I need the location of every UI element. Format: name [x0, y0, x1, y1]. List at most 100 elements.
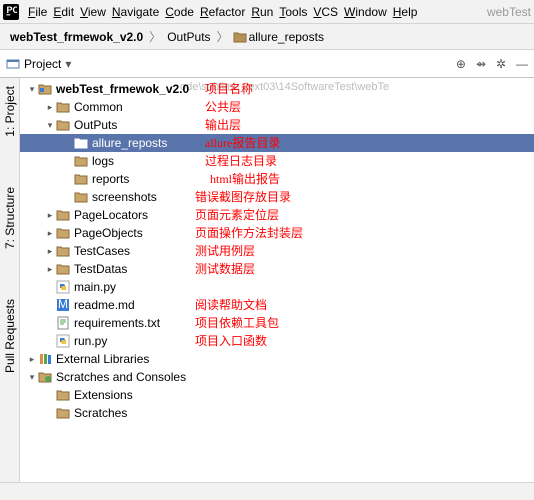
- settings-icon[interactable]: ✲: [496, 57, 506, 71]
- annotation: 测试用例层: [195, 242, 255, 259]
- window-title-suffix: webTest: [487, 5, 531, 19]
- folder-icon: [74, 190, 88, 204]
- project-tool-header: Project ▾ ⊕ ⇴ ✲ —: [0, 50, 534, 78]
- folder-src-icon: [38, 82, 52, 96]
- menu-tools[interactable]: Tools: [276, 3, 310, 21]
- tree-label: allure_reposts: [92, 136, 167, 150]
- file-md-icon: MD: [56, 298, 70, 312]
- folder-icon: [56, 226, 70, 240]
- project-icon: [6, 57, 20, 71]
- tree-label: requirements.txt: [74, 316, 160, 330]
- annotation: 页面操作方法封装层: [195, 224, 303, 241]
- menu-edit[interactable]: Edit: [50, 3, 77, 21]
- svg-text:PC: PC: [7, 6, 18, 15]
- chevron-right-icon: 〉: [217, 28, 229, 45]
- locate-icon[interactable]: ⊕: [456, 57, 466, 71]
- annotation: 阅读帮助文档: [195, 296, 267, 313]
- expand-toggle-icon[interactable]: ▾: [44, 120, 56, 131]
- tree-row-testcases[interactable]: ▸ TestCases: [20, 242, 534, 260]
- menu-window[interactable]: Window: [341, 3, 390, 21]
- menu-vcs[interactable]: VCS: [310, 3, 341, 21]
- annotation: 测试数据层: [195, 260, 255, 277]
- tree-label: External Libraries: [56, 352, 149, 366]
- menu-run[interactable]: Run: [248, 3, 276, 21]
- folder-icon: [56, 262, 70, 276]
- tree-label: main.py: [74, 280, 116, 294]
- dropdown-icon[interactable]: ▾: [65, 57, 71, 71]
- folder-icon: [56, 244, 70, 258]
- hide-icon[interactable]: —: [516, 57, 528, 71]
- tree-row-readme-md[interactable]: MD readme.md: [20, 296, 534, 314]
- annotation: 公共层: [205, 98, 241, 115]
- breadcrumb: webTest_frmewok_v2.0 〉 OutPuts 〉 allure_…: [0, 24, 534, 50]
- tree-row-scratches-and-consoles[interactable]: ▾ Scratches and Consoles: [20, 368, 534, 386]
- menu-code[interactable]: Code: [162, 3, 197, 21]
- folder-icon: [74, 172, 88, 186]
- menubar: PC FileEditViewNavigateCodeRefactorRunTo…: [0, 0, 534, 24]
- menu-help[interactable]: Help: [390, 3, 421, 21]
- folder-icon: [74, 154, 88, 168]
- breadcrumb-seg-0[interactable]: webTest_frmewok_v2.0: [8, 30, 145, 44]
- tree-label: readme.md: [74, 298, 135, 312]
- stripe-pull-requests[interactable]: Pull Requests: [3, 299, 17, 373]
- menu-view[interactable]: View: [77, 3, 109, 21]
- tree-label: PageLocators: [74, 208, 148, 222]
- tree-row-extensions[interactable]: Extensions: [20, 386, 534, 404]
- expand-toggle-icon[interactable]: ▸: [44, 264, 56, 275]
- svg-text:MD: MD: [58, 298, 70, 311]
- menu-refactor[interactable]: Refactor: [197, 3, 248, 21]
- tool-window-title: Project: [24, 57, 61, 71]
- tree-label: PageObjects: [74, 226, 143, 240]
- tree-label: Scratches and Consoles: [56, 370, 186, 384]
- expand-toggle-icon[interactable]: ▸: [44, 102, 56, 113]
- folder-icon: [233, 30, 247, 44]
- tree-row-run-py[interactable]: run.py: [20, 332, 534, 350]
- tree-label: Extensions: [74, 388, 133, 402]
- tree-row-scratches[interactable]: Scratches: [20, 404, 534, 422]
- breadcrumb-seg-1[interactable]: OutPuts: [165, 30, 212, 44]
- file-txt-icon: [56, 316, 70, 330]
- folder-icon: [74, 136, 88, 150]
- tree-label: Common: [74, 100, 123, 114]
- menu-navigate[interactable]: Navigate: [109, 3, 162, 21]
- file-py-icon: [56, 334, 70, 348]
- tree-label: screenshots: [92, 190, 157, 204]
- annotation: 项目入口函数: [195, 332, 267, 349]
- expand-toggle-icon[interactable]: ▸: [44, 246, 56, 257]
- menu-file[interactable]: File: [25, 3, 50, 21]
- collapse-all-icon[interactable]: ⇴: [476, 57, 486, 71]
- tool-window-stripe-left: 1: Project 7: Structure Pull Requests: [0, 78, 20, 482]
- expand-toggle-icon[interactable]: ▾: [26, 84, 38, 95]
- tree-label: TestCases: [74, 244, 130, 258]
- tree-row-outputs[interactable]: ▾ OutPuts: [20, 116, 534, 134]
- annotation: 项目依赖工具包: [195, 314, 279, 331]
- tree-label: reports: [92, 172, 129, 186]
- tree-label: run.py: [74, 334, 107, 348]
- tree-row-webtest_frmewok_v2-0[interactable]: ▾webTest_frmewok_v2.0: [20, 80, 534, 98]
- project-tree: ode\sublime_text03\14SoftwareTest\webTe …: [20, 78, 534, 482]
- annotation: 输出层: [205, 116, 241, 133]
- expand-toggle-icon[interactable]: ▾: [26, 372, 38, 383]
- tree-row-common[interactable]: ▸ Common: [20, 98, 534, 116]
- stripe-structure[interactable]: 7: Structure: [3, 187, 17, 249]
- annotation: allure报告目录: [205, 134, 280, 151]
- annotation: 错误截图存放目录: [195, 188, 291, 205]
- folder-lib-icon: [38, 352, 52, 366]
- expand-toggle-icon[interactable]: ▸: [26, 354, 38, 365]
- tree-row-testdatas[interactable]: ▸TestDatas: [20, 260, 534, 278]
- scratch-icon: [38, 370, 52, 384]
- annotation: html输出报告: [210, 170, 280, 187]
- tree-row-main-py[interactable]: main.py: [20, 278, 534, 296]
- expand-toggle-icon[interactable]: ▸: [44, 228, 56, 239]
- file-py-icon: [56, 280, 70, 294]
- breadcrumb-seg-2[interactable]: allure_reposts: [247, 30, 326, 44]
- folder-icon: [56, 100, 70, 114]
- tree-label: Scratches: [74, 406, 127, 420]
- tree-row-external-libraries[interactable]: ▸ External Libraries: [20, 350, 534, 368]
- chevron-right-icon: 〉: [149, 28, 161, 45]
- expand-toggle-icon[interactable]: ▸: [44, 210, 56, 221]
- annotation: 过程日志目录: [205, 152, 277, 169]
- annotation: 项目名称: [205, 80, 253, 97]
- tree-label: OutPuts: [74, 118, 117, 132]
- stripe-project[interactable]: 1: Project: [3, 86, 17, 137]
